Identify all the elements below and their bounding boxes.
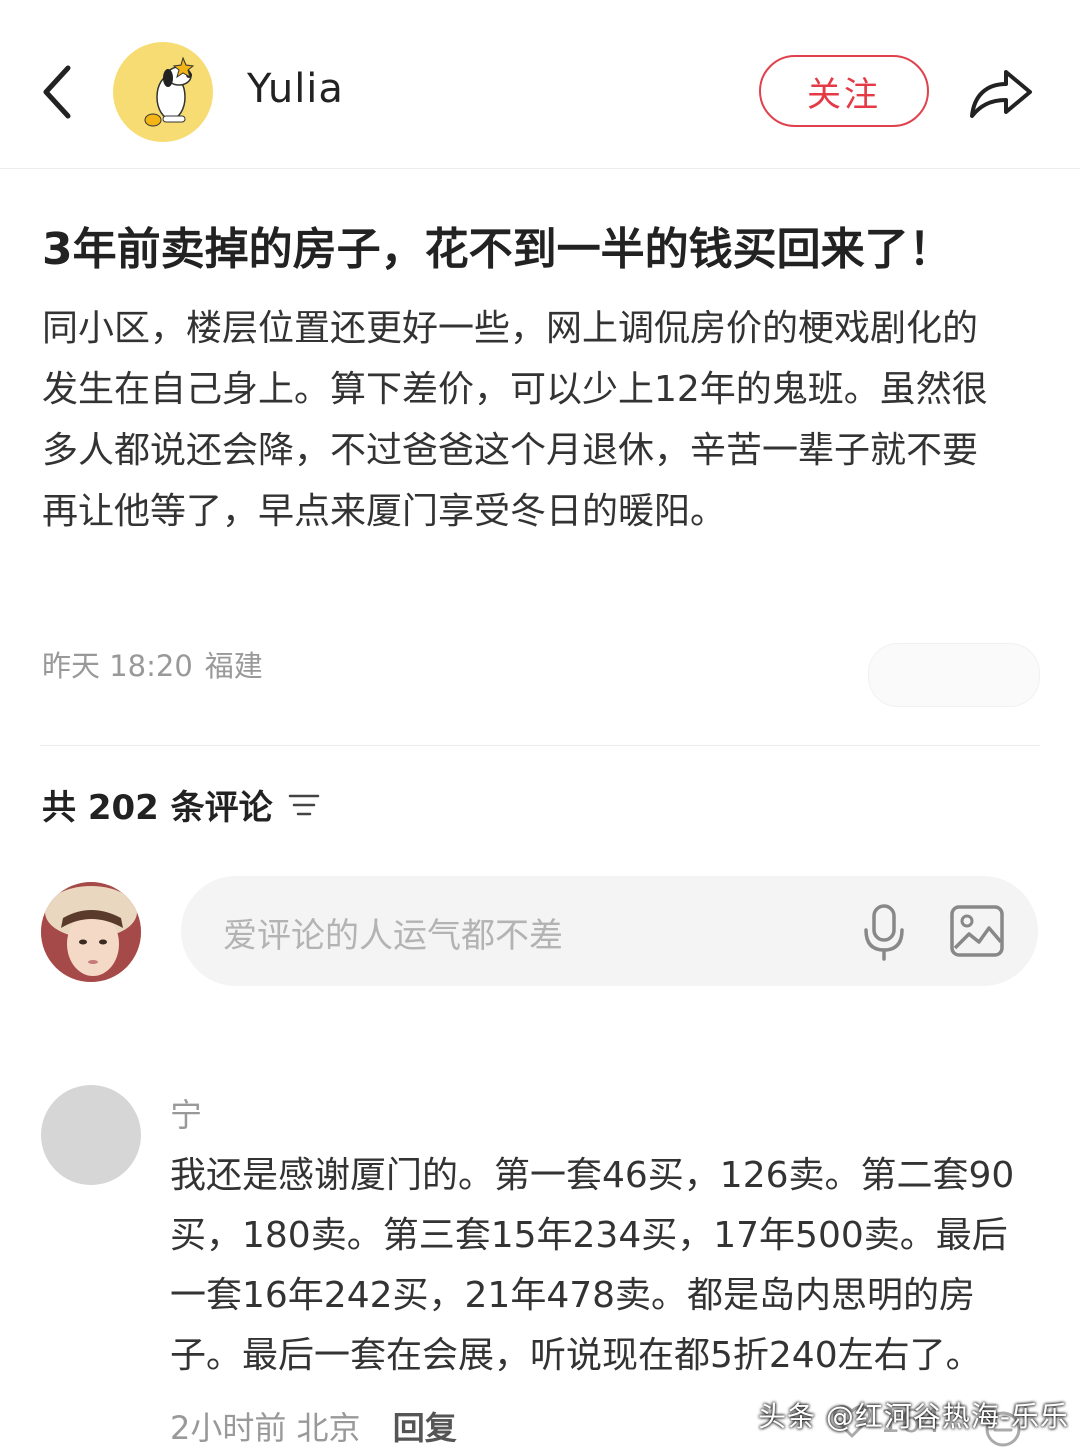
image-icon[interactable] bbox=[949, 904, 1005, 958]
comment-input[interactable]: 爱评论的人运气都不差 bbox=[181, 876, 1038, 986]
comment-count: 共 202 条评论 bbox=[42, 788, 273, 828]
top-bar: Yulia 关注 bbox=[0, 0, 1080, 169]
author-avatar[interactable] bbox=[113, 42, 213, 142]
current-user-avatar[interactable] bbox=[41, 882, 141, 982]
share-icon[interactable] bbox=[966, 60, 1036, 124]
back-arrow-icon[interactable] bbox=[36, 60, 80, 124]
comment-count-header: 共 202 条评论 bbox=[42, 780, 321, 829]
sort-icon[interactable] bbox=[287, 790, 321, 820]
user-avatar-image bbox=[41, 882, 141, 982]
comment-input-placeholder: 爱评论的人运气都不差 bbox=[223, 916, 563, 956]
commenter-name[interactable]: 宁 bbox=[170, 1090, 202, 1136]
post-meta: 昨天 18:20 福建 bbox=[42, 643, 263, 685]
post-location: 福建 bbox=[204, 649, 263, 683]
blurred-action-area bbox=[868, 643, 1040, 707]
comment-time: 2小时前 bbox=[170, 1409, 287, 1447]
comment-meta: 2小时前 北京 回复 bbox=[170, 1403, 457, 1449]
watermark: 头条 @红河谷热海-乐乐 bbox=[758, 1400, 1070, 1433]
divider bbox=[40, 745, 1040, 746]
comment-location: 北京 bbox=[296, 1409, 361, 1447]
author-name[interactable]: Yulia bbox=[247, 66, 344, 112]
follow-button[interactable]: 关注 bbox=[759, 55, 929, 127]
microphone-icon[interactable] bbox=[861, 902, 907, 962]
reply-button[interactable]: 回复 bbox=[393, 1409, 457, 1447]
post-title: 3年前卖掉的房子，花不到一半的钱买回来了！ bbox=[42, 224, 953, 275]
post-body: 同小区，楼层位置还更好一些，网上调侃房价的梗戏剧化的发生在自己身上。算下差价，可… bbox=[42, 308, 988, 532]
comment-text: 我还是感谢厦门的。第一套46买，126卖。第二套90买，180卖。第三套15年2… bbox=[170, 1155, 1015, 1376]
post-time: 昨天 18:20 bbox=[42, 649, 193, 683]
commenter-avatar[interactable] bbox=[41, 1085, 141, 1185]
snoopy-avatar-image bbox=[144, 56, 195, 127]
